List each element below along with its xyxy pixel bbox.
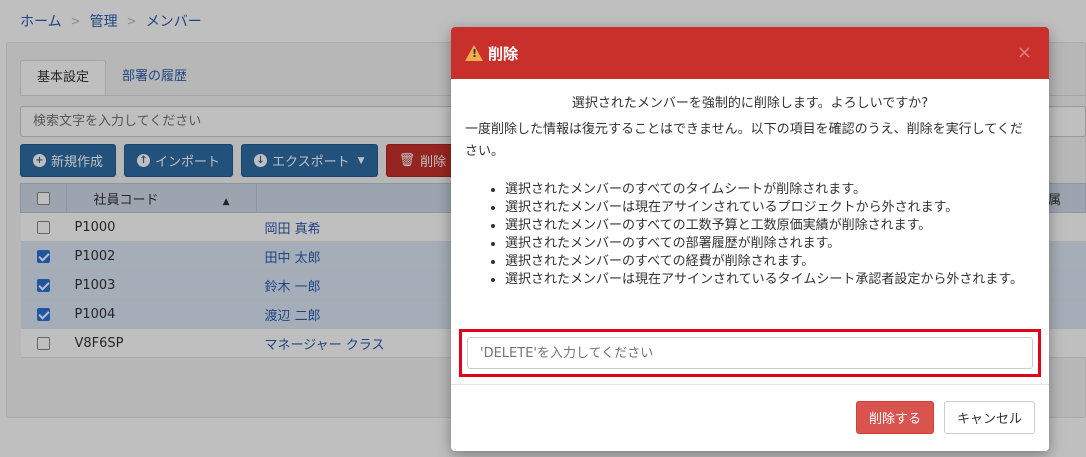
list-item: 選択されたメンバーは現在アサインされているタイムシート承認者設定から外されます。	[505, 271, 1035, 289]
confirm-delete-button[interactable]: 削除する	[855, 401, 934, 434]
confirm-message: 選択されたメンバーを強制的に削除します。よろしいですか?	[571, 96, 929, 111]
modal-body: 選択されたメンバーを強制的に削除します。よろしいですか? 一度削除した情報は復元…	[451, 79, 1049, 289]
list-item: 選択されたメンバーのすべてのタイムシートが削除されます。	[505, 181, 1035, 199]
confirm-input-highlight	[459, 329, 1041, 377]
list-item: 選択されたメンバーのすべての工数予算と工数原価実績が削除されます。	[505, 217, 1035, 235]
modal-footer: 削除する キャンセル	[855, 401, 1035, 434]
modal-title: 削除	[488, 44, 519, 63]
modal-header: 削除 ×	[451, 27, 1049, 79]
consequence-list: 選択されたメンバーのすべてのタイムシートが削除されます。 選択されたメンバーは現…	[465, 181, 1035, 289]
modal-footer-divider	[451, 384, 1049, 385]
warning-message: 一度削除した情報は復元することはできません。以下の項目を確認のうえ、削除を実行し…	[465, 122, 1023, 159]
warning-icon	[465, 45, 483, 61]
delete-confirm-input[interactable]	[467, 337, 1033, 369]
list-item: 選択されたメンバーのすべての経費が削除されます。	[505, 253, 1035, 271]
close-icon[interactable]: ×	[1017, 42, 1032, 63]
list-item: 選択されたメンバーのすべての部署履歴が削除されます。	[505, 235, 1035, 253]
list-item: 選択されたメンバーは現在アサインされているプロジェクトから外されます。	[505, 199, 1035, 217]
cancel-button[interactable]: キャンセル	[943, 401, 1035, 434]
delete-modal: 削除 × 選択されたメンバーを強制的に削除します。よろしいですか? 一度削除した…	[451, 27, 1049, 451]
